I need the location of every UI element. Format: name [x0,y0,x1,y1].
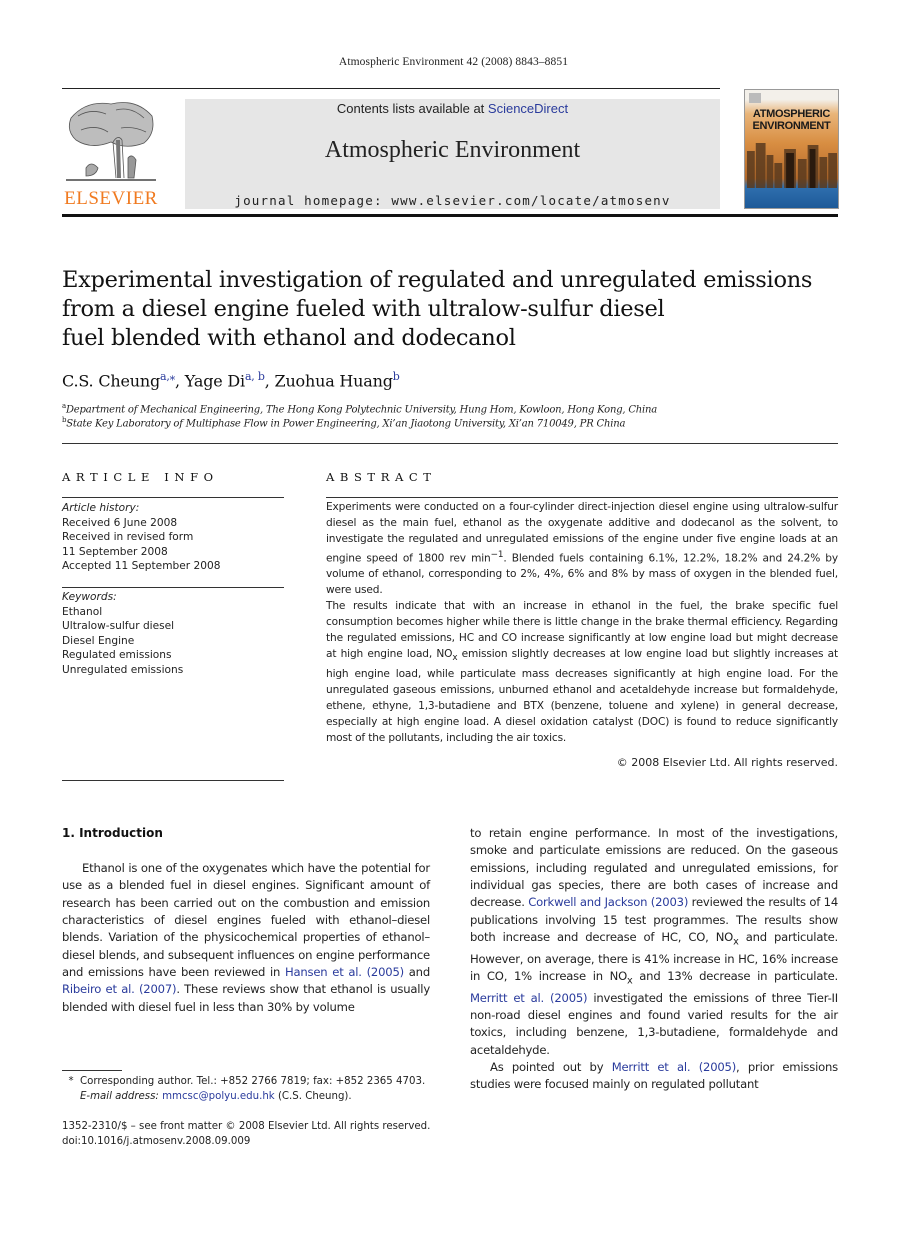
footnote-rule [62,1070,122,1071]
elsevier-wordmark: ELSEVIER [64,188,158,209]
article-title-line: from a diesel engine fueled with ultralo… [62,296,665,322]
body-column-left: Ethanol is one of the oxygenates which h… [62,860,430,1016]
article-info-heading: ARTICLE INFO [62,470,219,484]
footnote-marker: * [68,1076,74,1087]
affiliation: aDepartment of Mechanical Engineering, T… [62,402,657,415]
body-paragraph: to retain engine performance. In most of… [470,825,838,1059]
abstract-rule [326,497,838,498]
section-heading-introduction: 1. Introduction [62,826,163,840]
keywords-block: Keywords: Ethanol Ultralow-sulfur diesel… [62,590,284,677]
keyword: Regulated emissions [62,649,172,661]
section-divider [62,443,838,444]
citation-link[interactable]: Ribeiro et al. (2007) [62,982,177,996]
body-text: and [403,965,430,980]
article-title-line: Experimental investigation of regulated … [62,267,813,293]
history-item: Received 6 June 2008 [62,516,178,529]
abstract-body: Experiments were conducted on a four-cyl… [326,500,838,747]
affiliation-text: Department of Mechanical Engineering, Th… [65,404,658,416]
contents-line: Contents lists available at ScienceDirec… [185,101,720,116]
header-bottom-rule [62,214,838,217]
history-item: Accepted 11 September 2008 [62,560,221,572]
article-info-rule [62,497,284,498]
header-top-rule [62,88,720,89]
history-item: Received in revised form [62,531,194,543]
keywords-label: Keywords: [62,591,117,603]
affiliation-text: State Key Laboratory of Multiphase Flow … [66,418,626,430]
doi-text[interactable]: doi:10.1016/j.atmosenv.2008.09.009 [62,1134,442,1149]
citation-link[interactable]: Hansen et al. (2005) [285,965,404,979]
keyword: Unregulated emissions [62,663,184,676]
author-name[interactable]: Yage Di [185,371,245,390]
body-paragraph: As pointed out by Merritt et al. (2005),… [470,1059,838,1094]
footnote-line: E-mail address: mmcsc@polyu.edu.hk (C.S.… [62,1089,442,1104]
abstract-heading: ABSTRACT [326,470,437,484]
body-text: and 13% decrease in particulate. [632,969,838,984]
citation-link[interactable]: Merritt et al. (2005) [470,991,588,1005]
cover-title: ATMOSPHERIC ENVIRONMENT [745,108,838,132]
superscript: −1 [490,549,504,560]
article-history-label: Article history: [62,502,140,514]
author-affiliation-marker[interactable]: b [393,370,400,383]
running-head: Atmospheric Environment 42 (2008) 8843–8… [338,56,569,68]
keyword: Diesel Engine [62,634,135,647]
footnote-text: Corresponding author. Tel.: +852 2766 78… [80,1076,426,1087]
front-matter-text: 1352-2310/$ – see front matter © 2008 El… [62,1121,431,1132]
city-skyline-icon [746,143,838,188]
body-text: Ethanol is one of the oxygenates which h… [62,861,430,980]
author-affiliation-marker[interactable]: a, b [245,370,265,383]
author-list: C.S. Cheunga,⁎, Yage Dia, b, Zuohua Huan… [62,370,400,391]
email-label: E-mail address: [80,1091,163,1102]
article-title: Experimental investigation of regulated … [62,266,842,353]
article-info-bottom-rule [62,780,284,781]
contents-prefix: Contents lists available at [336,101,488,116]
abstract-copyright: © 2008 Elsevier Ltd. All rights reserved… [616,756,838,769]
sciencedirect-link[interactable]: ScienceDirect [488,101,568,116]
body-paragraph: Ethanol is one of the oxygenates which h… [62,860,430,1016]
cover-title-line: ATMOSPHERIC [752,108,831,120]
elsevier-tree-icon [66,98,156,184]
affiliation: bState Key Laboratory of Multiphase Flow… [62,416,625,429]
corresponding-author-footnote: * Corresponding author. Tel.: +852 2766 7… [62,1074,442,1104]
keywords-rule [62,587,284,588]
author-affiliation-marker[interactable]: a,⁎ [160,370,175,383]
citation-link[interactable]: Merritt et al. (2005) [612,1060,737,1074]
author-name[interactable]: Zuohua Huang [275,371,393,390]
history-item: 11 September 2008 [62,545,168,558]
body-text: As pointed out by [490,1060,612,1075]
article-title-line: fuel blended with ethanol and dodecanol [62,325,516,351]
cover-mini-logo-icon [749,93,761,103]
journal-homepage[interactable]: journal homepage: www.elsevier.com/locat… [185,193,720,208]
footnote-line: * Corresponding author. Tel.: +852 2766 7… [62,1074,442,1089]
keyword: Ethanol [62,605,103,618]
email-link[interactable]: mmcsc@polyu.edu.hk [162,1091,275,1102]
front-matter: 1352-2310/$ – see front matter © 2008 El… [62,1119,442,1149]
journal-banner: Contents lists available at ScienceDirec… [185,99,720,209]
journal-cover-image: ATMOSPHERIC ENVIRONMENT [744,89,839,209]
abstract-paragraph: Experiments were conducted on a four-cyl… [326,500,838,599]
abstract-paragraph: The results indicate that with an increa… [326,599,838,747]
journal-title: Atmospheric Environment [324,137,581,163]
author-name[interactable]: C.S. Cheung [62,371,160,390]
cover-title-line: ENVIRONMENT [752,120,831,132]
body-column-right: to retain engine performance. In most of… [470,825,838,1094]
keyword: Ultralow-sulfur diesel [62,620,175,632]
elsevier-logo[interactable]: ELSEVIER [62,98,160,210]
citation-link[interactable]: Corkwell and Jackson (2003) [528,895,688,909]
footnote-text: (C.S. Cheung). [274,1091,352,1102]
abstract-text: emission slightly decreases at low engin… [326,648,838,744]
article-history: Article history: Received 6 June 2008 Re… [62,501,284,574]
